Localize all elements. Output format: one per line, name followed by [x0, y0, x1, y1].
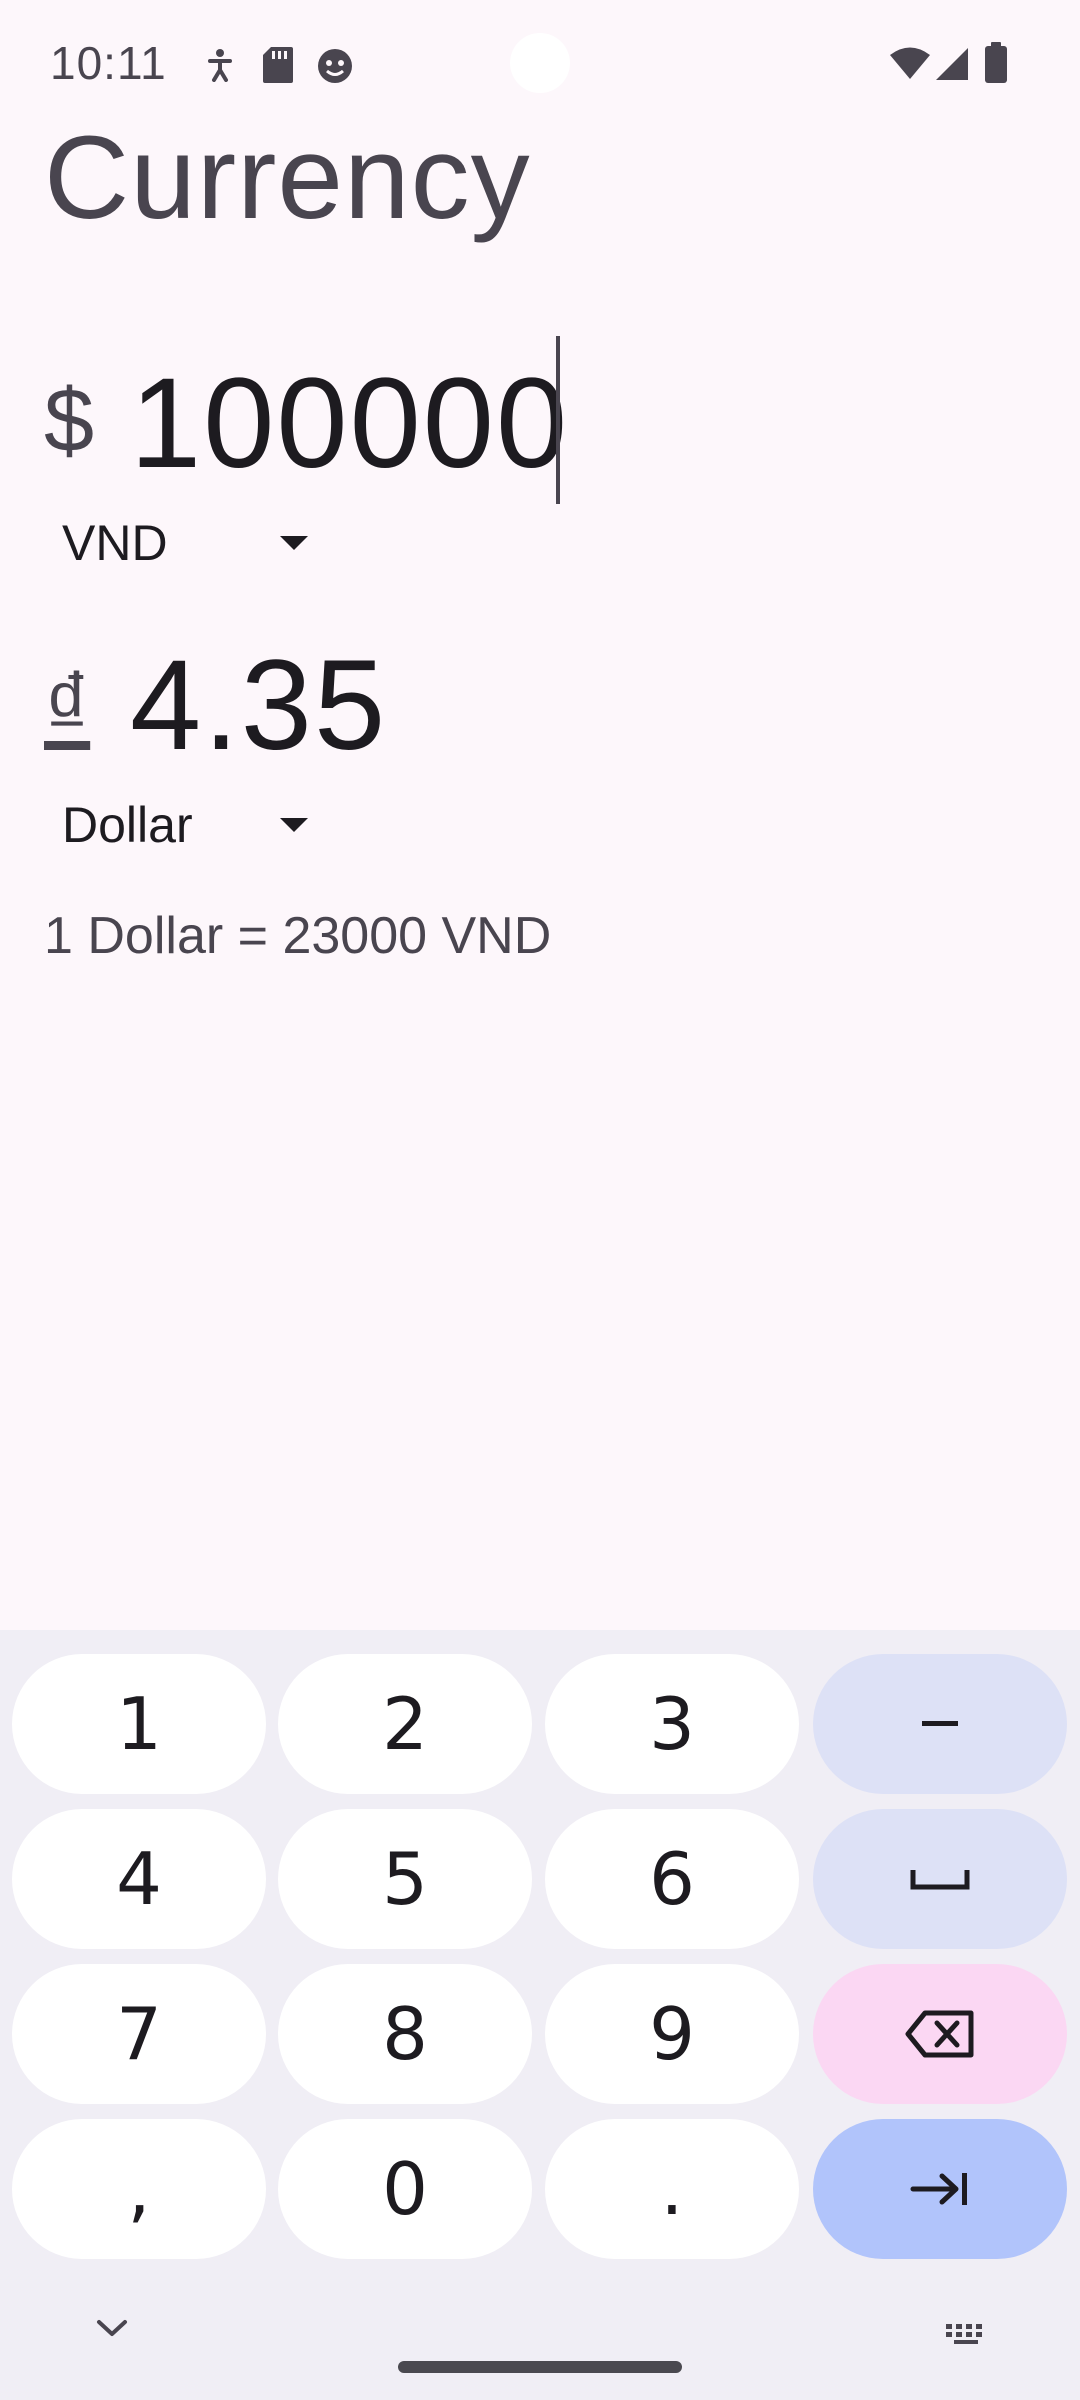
from-currency-symbol: $: [44, 371, 95, 471]
from-currency-label: VND: [62, 515, 168, 571]
key-space[interactable]: [813, 1809, 1067, 1949]
sd-card-icon: [263, 47, 293, 83]
signal-icon: [936, 48, 968, 80]
key-1[interactable]: 1: [12, 1654, 266, 1794]
key-period[interactable]: .: [545, 2119, 799, 2259]
key-next[interactable]: [813, 2119, 1067, 2259]
camera-cutout: [510, 33, 570, 93]
key-9[interactable]: 9: [545, 1964, 799, 2104]
to-currency-label: Dollar: [62, 797, 193, 853]
minus-icon: [922, 1721, 958, 1726]
page-title: Currency: [44, 112, 531, 244]
numeric-keyboard: 1 2 3 4 5 6 7 8 9 , 0 .: [0, 1630, 1080, 2400]
to-currency-symbol: ₫: [44, 656, 91, 756]
key-0[interactable]: 0: [278, 2119, 532, 2259]
battery-icon: [985, 42, 1007, 83]
exchange-rate-text: 1 Dollar = 23000 VND: [44, 907, 552, 965]
backspace-icon: [905, 2010, 974, 2058]
key-7[interactable]: 7: [12, 1964, 266, 2104]
from-amount-input[interactable]: 100000: [130, 350, 569, 497]
text-cursor: [556, 336, 560, 504]
key-minus[interactable]: [813, 1654, 1067, 1794]
key-5[interactable]: 5: [278, 1809, 532, 1949]
space-icon: [910, 1870, 970, 1890]
tab-next-icon: [910, 2173, 967, 2205]
face-icon: [318, 49, 352, 83]
to-amount-output[interactable]: 4.35: [130, 632, 387, 779]
chevron-down-icon: [280, 818, 308, 832]
wifi-icon: [890, 47, 930, 79]
accessibility-icon: [208, 49, 232, 82]
key-6[interactable]: 6: [545, 1809, 799, 1949]
from-currency-dropdown[interactable]: VND: [62, 508, 322, 578]
home-indicator[interactable]: [398, 2361, 682, 2373]
to-currency-dropdown[interactable]: Dollar: [62, 790, 322, 860]
chevron-down-icon: [280, 536, 308, 550]
keyboard-switch-icon[interactable]: [944, 2322, 988, 2346]
status-time: 10:11: [50, 37, 167, 89]
screen: 10:11 Currency $ 100000 VND ₫ 4.35 Dolla…: [0, 0, 1080, 2400]
key-8[interactable]: 8: [278, 1964, 532, 2104]
hide-keyboard-icon[interactable]: [96, 2318, 128, 2338]
key-comma[interactable]: ,: [12, 2119, 266, 2259]
key-3[interactable]: 3: [545, 1654, 799, 1794]
key-2[interactable]: 2: [278, 1654, 532, 1794]
key-4[interactable]: 4: [12, 1809, 266, 1949]
key-backspace[interactable]: [813, 1964, 1067, 2104]
